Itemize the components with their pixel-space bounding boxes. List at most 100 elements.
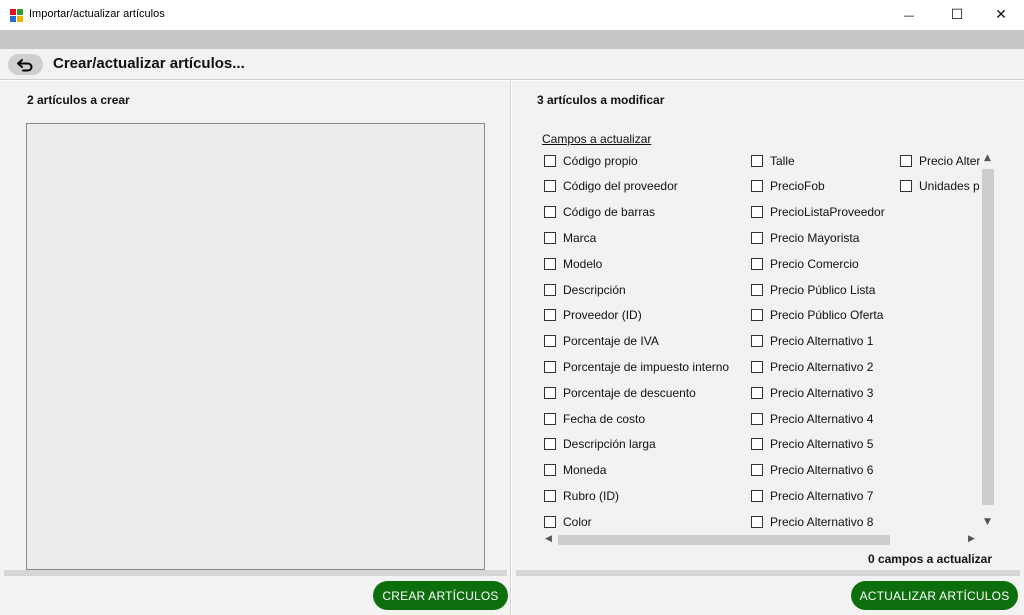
scroll-up-icon[interactable]: ▲ xyxy=(984,153,991,163)
field-option[interactable]: Código del proveedor xyxy=(544,177,678,195)
window-titlebar: Importar/actualizar artículos — ☐ ✕ xyxy=(0,0,1024,30)
field-option[interactable]: Código de barras xyxy=(544,203,655,221)
maximize-icon: ☐ xyxy=(950,7,964,23)
field-option[interactable]: Precio Público Lista xyxy=(751,281,875,299)
vertical-scroll-thumb[interactable] xyxy=(982,169,994,505)
field-checkbox[interactable] xyxy=(544,464,556,477)
field-option[interactable]: Descripción larga xyxy=(544,435,656,453)
field-option[interactable]: Proveedor (ID) xyxy=(544,306,642,324)
field-checkbox[interactable] xyxy=(751,180,763,193)
field-label: PrecioFob xyxy=(770,179,825,194)
field-option[interactable]: Precio Alternativo 5 xyxy=(751,435,873,453)
field-option[interactable]: Unidades p xyxy=(900,177,980,195)
field-option[interactable]: Moneda xyxy=(544,461,606,479)
field-option[interactable]: Color xyxy=(544,513,592,531)
field-option[interactable]: Código propio xyxy=(544,152,638,170)
create-panel-title: 2 artículos a crear xyxy=(27,93,130,107)
field-checkbox[interactable] xyxy=(751,206,763,219)
undo-arrow-icon xyxy=(16,58,32,71)
create-articles-button[interactable]: CREAR ARTÍCULOS xyxy=(373,581,508,610)
scroll-left-icon[interactable]: ◀ xyxy=(545,534,552,544)
field-option[interactable]: Precio Alternativo 6 xyxy=(751,461,873,479)
close-button[interactable]: ✕ xyxy=(978,0,1024,30)
back-button[interactable] xyxy=(8,54,43,75)
field-checkbox[interactable] xyxy=(544,386,556,399)
scroll-down-icon[interactable]: ▼ xyxy=(984,517,991,527)
horizontal-scrollbar[interactable]: ◀ ▶ xyxy=(542,533,980,547)
field-checkbox[interactable] xyxy=(751,360,763,373)
field-option[interactable]: Porcentaje de descuento xyxy=(544,384,696,402)
field-checkbox[interactable] xyxy=(751,283,763,296)
field-checkbox[interactable] xyxy=(751,515,763,528)
field-option[interactable]: Precio Alternativo 1 xyxy=(751,332,873,350)
minimize-icon: — xyxy=(903,8,915,22)
field-option[interactable]: Precio Alternativo 4 xyxy=(751,410,873,428)
fields-to-update-label: Campos a actualizar xyxy=(542,132,652,146)
field-option[interactable]: PrecioListaProveedor xyxy=(751,203,885,221)
update-panel-divider xyxy=(516,570,1020,576)
field-option[interactable]: Precio Público Oferta xyxy=(751,306,883,324)
field-checkbox[interactable] xyxy=(544,206,556,219)
maximize-button[interactable]: ☐ xyxy=(934,0,980,30)
field-checkbox[interactable] xyxy=(751,464,763,477)
field-checkbox[interactable] xyxy=(544,515,556,528)
field-option[interactable]: Fecha de costo xyxy=(544,410,645,428)
field-label: Descripción larga xyxy=(563,437,656,452)
field-label: Porcentaje de IVA xyxy=(563,334,659,349)
field-checkbox[interactable] xyxy=(544,309,556,322)
field-label: Precio Alternativo 5 xyxy=(770,437,874,452)
field-option[interactable]: Precio Comercio xyxy=(751,255,859,273)
field-option[interactable]: Talle xyxy=(751,152,795,170)
field-checkbox[interactable] xyxy=(751,154,763,167)
vertical-scrollbar[interactable]: ▲ ▼ xyxy=(980,151,996,533)
field-checkbox[interactable] xyxy=(544,489,556,502)
field-label: PrecioListaProveedor xyxy=(770,205,885,220)
window-title: Importar/actualizar artículos xyxy=(29,8,165,20)
field-checkbox[interactable] xyxy=(751,309,763,322)
field-option[interactable]: Precio Mayorista xyxy=(751,229,859,247)
field-option[interactable]: Precio Alternativo 8 xyxy=(751,513,873,531)
field-option[interactable]: Modelo xyxy=(544,255,602,273)
field-checkbox[interactable] xyxy=(544,154,556,167)
field-checkbox[interactable] xyxy=(544,257,556,270)
field-option[interactable]: Porcentaje de IVA xyxy=(544,332,659,350)
field-label: Talle xyxy=(770,153,795,168)
create-panel-divider xyxy=(4,570,507,576)
field-checkbox[interactable] xyxy=(900,154,912,167)
field-option[interactable]: Porcentaje de impuesto interno xyxy=(544,358,729,376)
field-option[interactable]: Descripción xyxy=(544,281,626,299)
field-checkbox[interactable] xyxy=(751,257,763,270)
minimize-button[interactable]: — xyxy=(886,0,932,30)
field-label: Código propio xyxy=(563,153,638,168)
field-option[interactable]: Precio Alternativo 2 xyxy=(751,358,873,376)
field-checkbox[interactable] xyxy=(544,412,556,425)
horizontal-scroll-thumb[interactable] xyxy=(558,535,890,545)
scroll-right-icon[interactable]: ▶ xyxy=(968,534,975,544)
field-option[interactable]: Precio Alter xyxy=(900,152,980,170)
field-checkbox[interactable] xyxy=(751,335,763,348)
field-option[interactable]: Rubro (ID) xyxy=(544,487,619,505)
field-checkbox[interactable] xyxy=(544,283,556,296)
field-option[interactable]: Marca xyxy=(544,229,596,247)
field-option[interactable]: Precio Alternativo 7 xyxy=(751,487,873,505)
field-label: Proveedor (ID) xyxy=(563,308,642,323)
field-checkbox[interactable] xyxy=(544,438,556,451)
field-option[interactable]: PrecioFob xyxy=(751,177,825,195)
field-checkbox[interactable] xyxy=(751,438,763,451)
field-checkbox[interactable] xyxy=(544,360,556,373)
field-checkbox[interactable] xyxy=(544,335,556,348)
field-checkbox[interactable] xyxy=(544,180,556,193)
create-items-list[interactable] xyxy=(26,123,485,570)
field-label: Precio Alternativo 8 xyxy=(770,514,874,529)
update-articles-button[interactable]: ACTUALIZAR ARTÍCULOS xyxy=(851,581,1018,610)
field-label: Precio Público Oferta xyxy=(770,308,884,323)
field-checkbox[interactable] xyxy=(544,231,556,244)
field-checkbox[interactable] xyxy=(751,386,763,399)
field-checkbox[interactable] xyxy=(900,180,912,193)
page-title: Crear/actualizar artículos... xyxy=(53,55,245,72)
field-checkbox[interactable] xyxy=(751,412,763,425)
field-checkbox[interactable] xyxy=(751,231,763,244)
field-option[interactable]: Precio Alternativo 3 xyxy=(751,384,873,402)
field-label: Precio Mayorista xyxy=(770,230,860,245)
field-checkbox[interactable] xyxy=(751,489,763,502)
